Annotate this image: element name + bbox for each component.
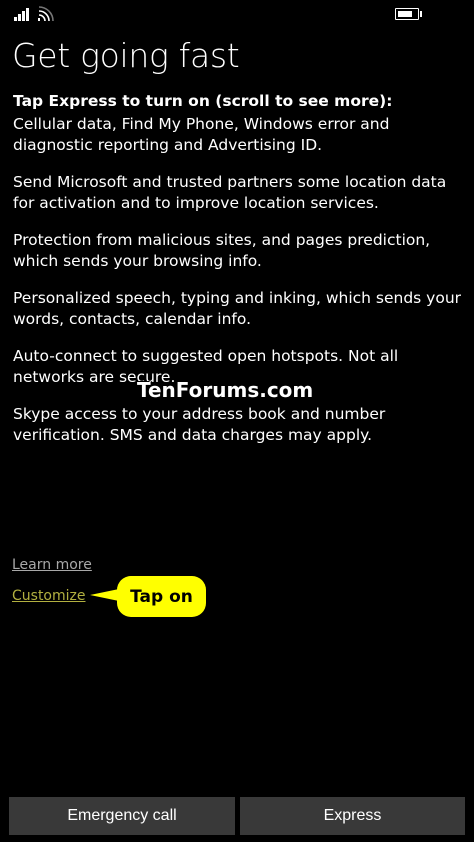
callout-pointer (90, 589, 119, 601)
battery-level (398, 11, 412, 17)
page-title: Get going fast (12, 36, 240, 75)
learn-more-link[interactable]: Learn more (12, 557, 92, 573)
status-bar (0, 0, 474, 28)
feature-paragraph: Send Microsoft and trusted partners some… (13, 173, 447, 212)
intro-text: Tap Express to turn on (scroll to see mo… (13, 92, 393, 110)
feature-paragraph: Protection from malicious sites, and pag… (13, 231, 431, 270)
signal-strength-icon (14, 7, 32, 21)
emergency-call-button[interactable]: Emergency call (9, 797, 235, 835)
feature-paragraph: Cellular data, Find My Phone, Windows er… (13, 115, 390, 154)
feature-paragraph: Personalized speech, typing and inking, … (13, 289, 462, 328)
express-button[interactable]: Express (240, 797, 465, 835)
tap-on-callout: Tap on (117, 576, 206, 617)
feature-list: Cellular data, Find My Phone, Windows er… (13, 114, 463, 462)
watermark: TenForums.com (137, 378, 314, 402)
feature-paragraph: Skype access to your address book and nu… (13, 405, 386, 444)
wifi-icon (38, 6, 54, 22)
battery-icon (395, 8, 422, 20)
customize-link[interactable]: Customize (12, 588, 86, 604)
